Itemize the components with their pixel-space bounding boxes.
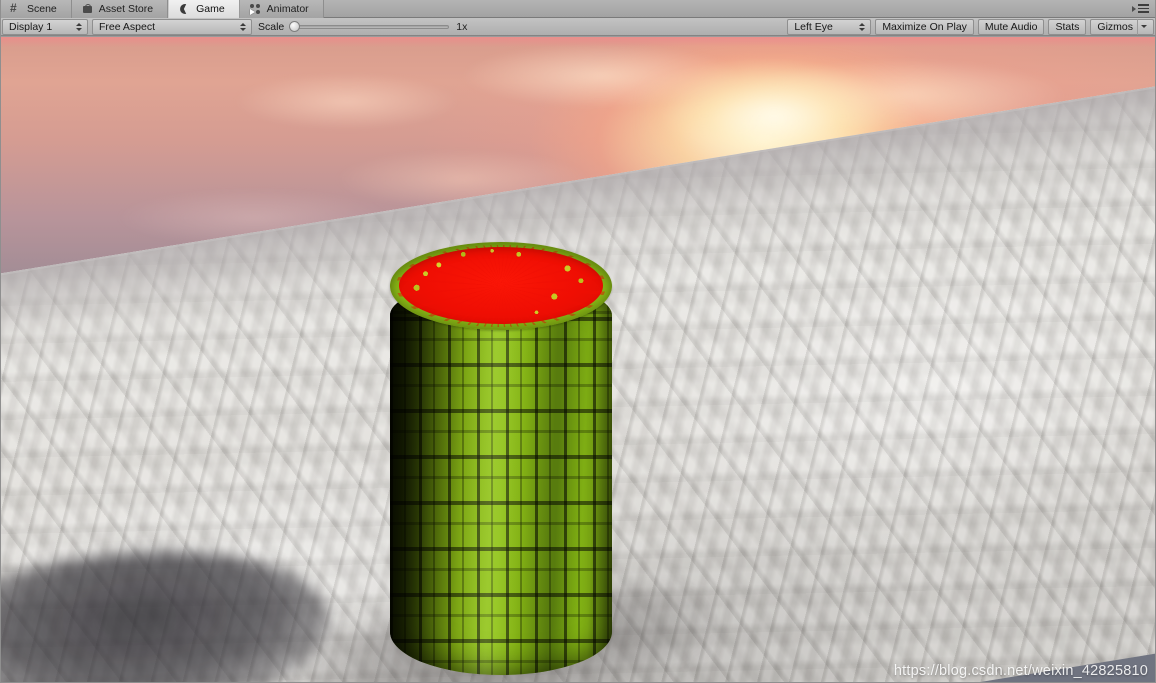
- gizmos-dropdown-label: Gizmos: [1097, 20, 1133, 33]
- updown-arrows-icon: [75, 22, 83, 31]
- cylinder-object[interactable]: [390, 242, 612, 682]
- chevron-left-icon: [1131, 5, 1136, 12]
- tab-animator-label: Animator: [266, 3, 309, 15]
- tab-game-label: Game: [196, 3, 225, 15]
- scale-slider-thumb[interactable]: [289, 20, 301, 32]
- display-dropdown-label: Display 1: [9, 20, 53, 33]
- aspect-dropdown-label: Free Aspect: [99, 20, 156, 33]
- hamburger-icon: [1137, 4, 1149, 13]
- bag-icon: [82, 3, 94, 15]
- cylinder-top-cap: [390, 242, 612, 330]
- stats-toggle[interactable]: Stats: [1048, 18, 1087, 35]
- panel-tab-bar: Scene Asset Store Game Animator: [0, 0, 1156, 18]
- display-dropdown[interactable]: Display 1: [2, 18, 88, 35]
- game-view-render[interactable]: https://blog.csdn.net/weixin_42825810: [0, 37, 1156, 683]
- panel-options-icon[interactable]: [1128, 0, 1156, 17]
- gizmos-dropdown[interactable]: Gizmos: [1090, 18, 1154, 35]
- aspect-dropdown[interactable]: Free Aspect: [92, 18, 252, 35]
- scale-value: 1x: [456, 20, 468, 33]
- tab-bar-spacer: [324, 0, 1128, 17]
- grid-icon: [10, 1, 22, 15]
- unity-editor-window: Scene Asset Store Game Animator Display …: [0, 0, 1156, 683]
- eye-dropdown[interactable]: Left Eye: [787, 18, 872, 35]
- scale-slider[interactable]: [289, 20, 450, 34]
- tab-asset-store-label: Asset Store: [98, 3, 154, 15]
- mute-audio-toggle[interactable]: Mute Audio: [977, 18, 1045, 35]
- game-view-toolbar: Display 1 Free Aspect Scale 1x Left Eye …: [0, 18, 1156, 36]
- eye-dropdown-label: Left Eye: [794, 20, 833, 33]
- updown-arrows-icon: [858, 22, 866, 31]
- chevron-down-icon[interactable]: [1137, 18, 1150, 35]
- tab-game[interactable]: Game: [168, 0, 240, 18]
- scale-control: Scale 1x: [252, 18, 473, 36]
- updown-arrows-icon: [239, 22, 247, 31]
- scale-slider-track: [289, 24, 450, 29]
- cylinder-shading: [390, 280, 612, 675]
- cylinder-side: [390, 280, 612, 675]
- sky-top-tint: [0, 37, 1156, 47]
- tab-asset-store[interactable]: Asset Store: [71, 0, 169, 18]
- cylinder-top-rim: [390, 242, 612, 330]
- tab-animator[interactable]: Animator: [239, 0, 324, 18]
- ground-plane-notch: [560, 189, 1156, 419]
- tab-scene[interactable]: Scene: [0, 0, 72, 18]
- game-icon: [179, 3, 191, 15]
- maximize-on-play-toggle[interactable]: Maximize On Play: [875, 18, 974, 35]
- tab-scene-label: Scene: [27, 3, 57, 15]
- animator-icon: [250, 3, 262, 15]
- scale-label: Scale: [258, 20, 285, 33]
